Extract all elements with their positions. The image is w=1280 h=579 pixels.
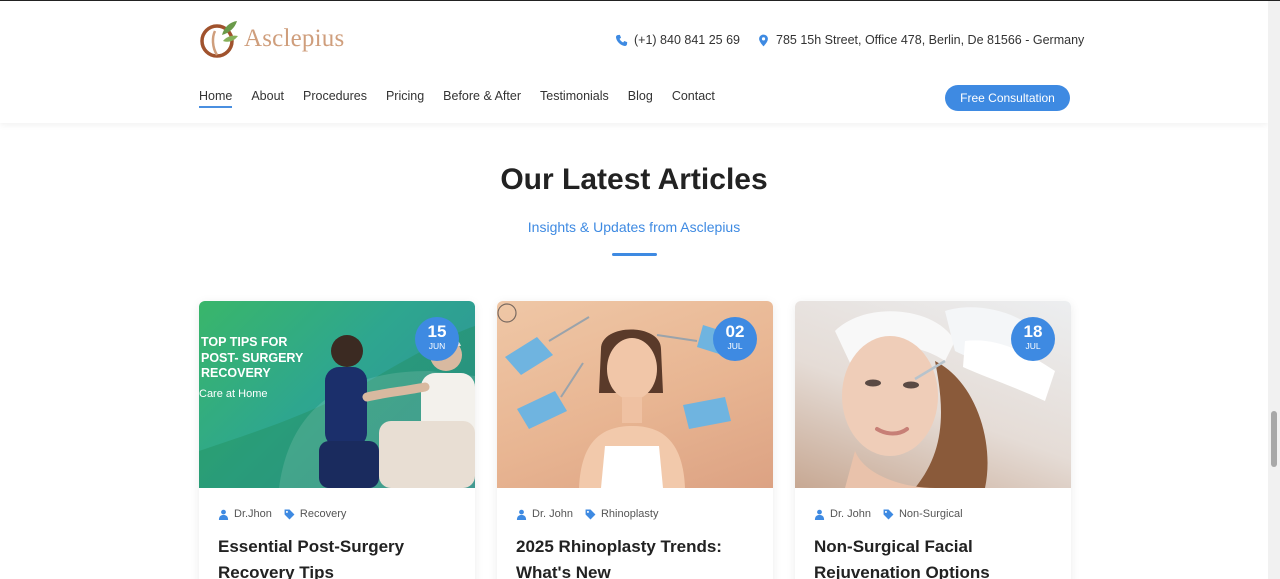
logo[interactable]: Asclepius xyxy=(198,17,344,61)
page: Asclepius (+1) 840 841 25 69 785 15h Str… xyxy=(0,0,1280,579)
logo-icon xyxy=(200,21,238,58)
nav-item-before-after[interactable]: Before & After xyxy=(443,89,521,108)
section-subtitle: Insights & Updates from Asclepius xyxy=(527,219,741,235)
article-image[interactable]: 18 JUL xyxy=(795,301,1071,488)
user-icon xyxy=(516,509,527,520)
date-badge: 15 JUN xyxy=(415,317,459,361)
nav-item-pricing[interactable]: Pricing xyxy=(386,89,424,108)
nav-item-about[interactable]: About xyxy=(251,89,284,108)
nav-item-blog[interactable]: Blog xyxy=(628,89,653,108)
free-consultation-button[interactable]: Free Consultation xyxy=(945,85,1070,111)
tag-icon xyxy=(585,509,596,519)
article-title[interactable]: Essential Post-Surgery Recovery Tips xyxy=(199,520,475,579)
scrollbar-thumb[interactable] xyxy=(1271,411,1277,467)
article-author[interactable]: Dr. John xyxy=(532,508,573,520)
article-image[interactable]: 02 JUL xyxy=(497,301,773,488)
article-meta: Dr.Jhon Recovery xyxy=(199,488,475,520)
article-category[interactable]: Recovery xyxy=(284,508,346,520)
article-title[interactable]: 2025 Rhinoplasty Trends: What's New xyxy=(497,520,773,579)
section-divider xyxy=(612,253,657,256)
date-badge: 18 JUL xyxy=(1011,317,1055,361)
article-category-label: Non-Surgical xyxy=(898,508,963,520)
address-text: 785 15h Street, Office 478, Berlin, De 8… xyxy=(776,33,1085,47)
nav-item-testimonials[interactable]: Testimonials xyxy=(540,89,609,108)
nav-item-procedures[interactable]: Procedures xyxy=(303,89,367,108)
phone-number: (+1) 840 841 25 69 xyxy=(634,33,740,47)
location-pin-icon xyxy=(759,34,768,46)
date-month: JUN xyxy=(428,341,446,351)
phone-contact[interactable]: (+1) 840 841 25 69 xyxy=(615,33,740,47)
article-author[interactable]: Dr.Jhon xyxy=(234,508,272,520)
article-category[interactable]: Rhinoplasty xyxy=(585,508,658,520)
article-category[interactable]: Non-Surgical xyxy=(883,508,963,520)
date-day: 15 xyxy=(427,322,447,341)
article-card[interactable]: 18 JUL Dr. John Non-Surgical Non-Surgica… xyxy=(795,301,1071,579)
section-title: Our Latest Articles xyxy=(500,163,768,196)
article-title[interactable]: Non-Surgical Facial Rejuvenation Options xyxy=(795,520,1071,579)
user-icon xyxy=(218,509,229,520)
date-badge: 02 JUL xyxy=(713,317,757,361)
date-day: 02 xyxy=(725,322,745,341)
user-icon xyxy=(814,509,825,520)
article-author[interactable]: Dr. John xyxy=(830,508,871,520)
site-header: Asclepius (+1) 840 841 25 69 785 15h Str… xyxy=(0,1,1268,123)
article-card[interactable]: TOP TIPS FOR POST- SURGERY RECOVERY Care… xyxy=(199,301,475,579)
article-category-label: Recovery xyxy=(299,508,347,520)
article-image-caption: TOP TIPS FOR POST- SURGERY RECOVERY xyxy=(201,335,304,380)
date-month: JUL xyxy=(727,341,743,351)
brand-name: Asclepius xyxy=(244,25,345,52)
article-meta: Dr. John Non-Surgical xyxy=(795,488,1071,520)
article-image-subcaption: Care at Home xyxy=(199,388,268,400)
phone-icon xyxy=(615,34,628,46)
article-meta: Dr. John Rhinoplasty xyxy=(497,488,773,520)
date-day: 18 xyxy=(1023,322,1043,341)
date-month: JUL xyxy=(1025,341,1041,351)
address-contact: 785 15h Street, Office 478, Berlin, De 8… xyxy=(757,33,1084,47)
tag-icon xyxy=(284,509,295,519)
nav-item-home[interactable]: Home xyxy=(199,89,233,108)
article-card[interactable]: 02 JUL Dr. John Rhinoplasty 2025 Rhinopl… xyxy=(497,301,773,579)
page-scrollbar[interactable] xyxy=(1268,1,1280,579)
nav-item-contact[interactable]: Contact xyxy=(672,89,715,108)
main-nav: Home About Procedures Pricing Before & A… xyxy=(199,89,734,108)
tag-icon xyxy=(883,509,894,519)
article-category-label: Rhinoplasty xyxy=(600,508,659,520)
article-image[interactable]: TOP TIPS FOR POST- SURGERY RECOVERY Care… xyxy=(199,301,475,488)
